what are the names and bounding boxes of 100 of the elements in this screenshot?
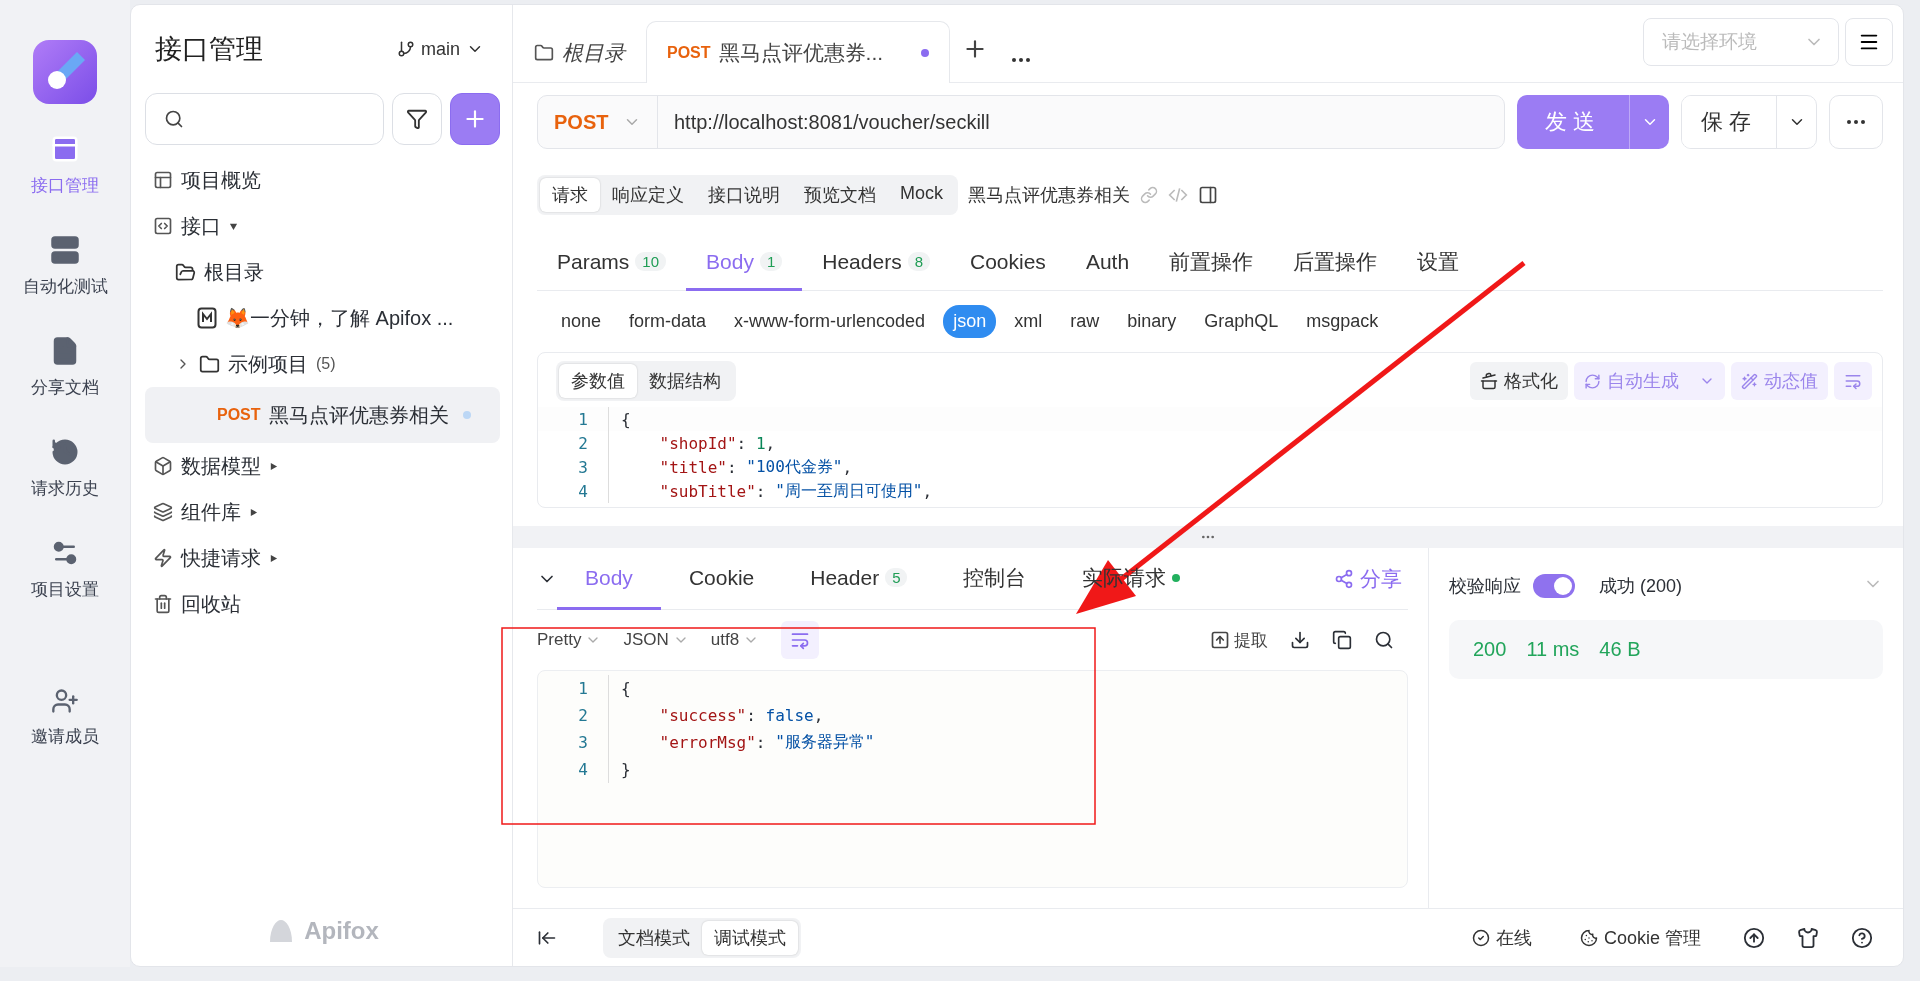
panel-title: 接口管理 xyxy=(155,33,263,66)
response-tab[interactable]: Header 5 xyxy=(782,548,936,610)
folder-icon xyxy=(199,353,220,375)
format-button[interactable]: 格式化 xyxy=(1470,362,1568,400)
param-tab[interactable]: Params 10 xyxy=(537,235,687,291)
param-tab[interactable]: 设置 xyxy=(1397,235,1480,291)
wrap-button[interactable] xyxy=(781,621,820,659)
share-icon xyxy=(1334,568,1354,589)
section-icon xyxy=(153,502,173,522)
theme-icon[interactable] xyxy=(1797,926,1819,949)
body-type-option[interactable]: form-data xyxy=(619,305,717,338)
nav-item[interactable]: 项目设置 xyxy=(5,530,125,609)
mode-tab[interactable]: 调试模式 xyxy=(702,920,798,955)
body-type-option[interactable]: none xyxy=(551,305,612,338)
brand-name: Apifox xyxy=(304,917,379,945)
mode-tab[interactable]: 数据结构 xyxy=(637,364,733,398)
code-line: "success": false, xyxy=(608,702,824,729)
tree-item[interactable]: 根目录 xyxy=(145,249,500,295)
download-icon[interactable] xyxy=(1290,630,1310,650)
tree-item[interactable]: 🦊一分钟，了解 Apifox ... xyxy=(145,295,500,341)
view-tab[interactable]: 请求 xyxy=(540,178,600,212)
count-badge: 5 xyxy=(885,568,908,587)
view-tab[interactable]: 响应定义 xyxy=(600,178,696,212)
caret-icon[interactable] xyxy=(249,507,258,517)
wrap-button[interactable] xyxy=(1834,362,1872,400)
line-number: 2 xyxy=(577,433,589,453)
panel-icon[interactable] xyxy=(1198,185,1218,205)
app-logo-icon[interactable] xyxy=(33,40,97,104)
mode-tab[interactable]: 文档模式 xyxy=(606,920,702,955)
nav-item[interactable]: 请求历史 xyxy=(5,429,125,508)
code-line: "subTitle": "周一至周日可使用", xyxy=(608,479,933,503)
format-select[interactable]: utf8 xyxy=(710,630,760,650)
search-icon[interactable] xyxy=(1374,630,1394,650)
format-select[interactable]: Pretty xyxy=(537,630,602,650)
caret-icon[interactable] xyxy=(269,461,278,471)
body-type-option[interactable]: GraphQL xyxy=(1194,305,1289,338)
response-tab[interactable]: 控制台 xyxy=(935,548,1055,610)
param-tab[interactable]: Cookies xyxy=(950,235,1066,291)
document-tab[interactable]: POST 黑马点评优惠券... xyxy=(646,21,951,83)
invite-button[interactable]: 邀请成员 xyxy=(5,679,125,756)
line-number: 1 xyxy=(577,409,589,429)
pot-icon xyxy=(1480,372,1498,390)
tree-item[interactable]: 数据模型 xyxy=(145,443,500,489)
online-status[interactable]: 在线 xyxy=(1465,924,1538,951)
body-type-option[interactable]: x-www-form-urlencoded xyxy=(724,305,936,338)
response-stat: 200 xyxy=(1473,638,1507,661)
tree-item[interactable]: 组件库 xyxy=(145,489,500,535)
body-type-option[interactable]: msgpack xyxy=(1296,305,1389,338)
copy-icon[interactable] xyxy=(1332,630,1352,650)
view-tab[interactable]: Mock xyxy=(888,178,955,212)
code-line: "shopId": 1, xyxy=(608,431,776,455)
response-tab[interactable]: Body xyxy=(557,548,661,610)
param-tab[interactable]: 后置操作 xyxy=(1273,235,1398,291)
tree-item[interactable]: 快捷请求 xyxy=(145,535,500,581)
nav-item[interactable]: 自动化测试 xyxy=(5,227,125,306)
caret-icon[interactable] xyxy=(229,221,238,231)
response-result-select[interactable]: 成功 (200) xyxy=(1599,574,1883,598)
tree-item[interactable]: POST 黑马点评优惠券相关 xyxy=(145,387,500,443)
body-type-option[interactable]: raw xyxy=(1060,305,1110,338)
body-type-option[interactable]: xml xyxy=(1004,305,1053,338)
check-circle-icon xyxy=(1471,928,1490,947)
tree-item[interactable]: 示例项目 (5) xyxy=(145,341,500,387)
branch-icon xyxy=(397,40,415,58)
add-button[interactable] xyxy=(450,93,500,145)
url-field[interactable]: http://localhost:8081/voucher/seckill xyxy=(658,110,990,134)
tree-item[interactable]: 项目概览 xyxy=(145,157,500,203)
branch-selector[interactable]: main xyxy=(391,37,490,61)
validate-toggle[interactable] xyxy=(1533,574,1575,598)
search-field[interactable] xyxy=(145,93,384,145)
upload-icon[interactable] xyxy=(1743,926,1765,949)
document-tab[interactable]: 根目录 xyxy=(513,21,646,83)
section-icon xyxy=(153,216,173,236)
param-tab[interactable]: Auth xyxy=(1065,235,1150,291)
nav-item[interactable]: 分享文档 xyxy=(5,328,125,407)
line-number: 3 xyxy=(577,733,589,752)
count-badge: 1 xyxy=(759,252,783,271)
ellipsis-icon xyxy=(1012,58,1031,62)
param-tab[interactable]: 前置操作 xyxy=(1149,235,1274,291)
filter-button[interactable] xyxy=(392,93,442,145)
folder-icon xyxy=(534,42,554,63)
view-tab[interactable]: 接口说明 xyxy=(696,178,792,212)
nav-item[interactable]: 接口管理 xyxy=(5,126,125,205)
view-tab[interactable]: 预览文档 xyxy=(792,178,888,212)
menu-button[interactable] xyxy=(1845,18,1893,66)
ellipsis-icon xyxy=(1847,120,1865,124)
caret-icon[interactable] xyxy=(269,553,278,563)
format-select[interactable]: JSON xyxy=(623,630,689,650)
nav-icon xyxy=(50,437,80,467)
mode-tab[interactable]: 参数值 xyxy=(559,364,637,398)
response-tab[interactable]: Cookie xyxy=(660,548,783,610)
tree-item[interactable]: 回收站 xyxy=(145,581,500,627)
layout-icon xyxy=(153,170,173,190)
share-button[interactable]: 分享 xyxy=(1328,548,1408,609)
extract-button[interactable]: 提取 xyxy=(1210,628,1268,652)
param-tab[interactable]: Body 1 xyxy=(686,235,803,291)
param-tab[interactable]: Headers 8 xyxy=(802,235,950,291)
body-type-option[interactable]: binary xyxy=(1117,305,1187,338)
cookie-manager-button[interactable]: Cookie 管理 xyxy=(1573,924,1707,951)
tree-item[interactable]: 接口 xyxy=(145,203,500,249)
help-icon[interactable] xyxy=(1851,926,1873,949)
